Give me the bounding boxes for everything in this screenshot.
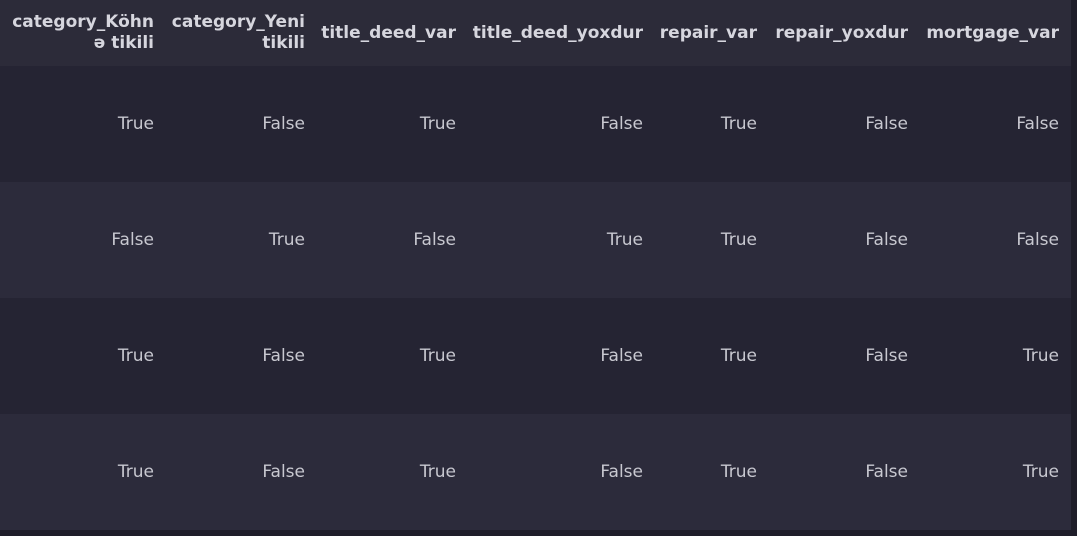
table-cell: True xyxy=(419,462,456,482)
table-header: category_Köhnə tikili category_Yeni tiki… xyxy=(0,0,1071,66)
table-row: True False True False True False True xyxy=(0,298,1071,414)
table-cell: True xyxy=(720,462,757,482)
column-header: mortgage_var xyxy=(926,22,1059,43)
dataframe-table: category_Köhnə tikili category_Yeni tiki… xyxy=(0,0,1071,530)
table-cell: True xyxy=(1022,462,1059,482)
table-cell: False xyxy=(262,114,305,134)
dataframe-table-container: category_Köhnə tikili category_Yeni tiki… xyxy=(0,0,1071,530)
table-cell: True xyxy=(720,346,757,366)
table-cell: True xyxy=(1022,346,1059,366)
column-header: title_deed_var xyxy=(321,22,456,43)
table-cell: True xyxy=(720,114,757,134)
table-cell: False xyxy=(600,462,643,482)
table-row: False True False True True False False xyxy=(0,182,1071,298)
table-cell: False xyxy=(413,230,456,250)
table-cell: False xyxy=(865,346,908,366)
table-cell: False xyxy=(600,346,643,366)
table-cell: True xyxy=(268,230,305,250)
table-cell: True xyxy=(117,346,154,366)
table-cell: False xyxy=(865,462,908,482)
table-cell: False xyxy=(1016,230,1059,250)
table-cell: True xyxy=(117,114,154,134)
column-header: repair_yoxdur xyxy=(775,22,908,43)
table-cell: False xyxy=(865,114,908,134)
table-body: True False True False True False False F… xyxy=(0,66,1071,530)
table-cell: False xyxy=(600,114,643,134)
table-cell: False xyxy=(111,230,154,250)
column-header: title_deed_yoxdur xyxy=(472,22,643,43)
column-header: category_Yeni tikili xyxy=(171,12,305,53)
table-cell: True xyxy=(419,346,456,366)
table-cell: False xyxy=(865,230,908,250)
table-row: True False True False True False False xyxy=(0,66,1071,182)
table-cell: False xyxy=(262,462,305,482)
table-cell: True xyxy=(720,230,757,250)
table-cell: False xyxy=(262,346,305,366)
column-header: category_Köhnə tikili xyxy=(12,12,154,53)
table-cell: True xyxy=(117,462,154,482)
table-cell: True xyxy=(606,230,643,250)
table-row: True False True False True False True xyxy=(0,414,1071,530)
column-header: repair_var xyxy=(659,22,757,43)
table-cell: True xyxy=(419,114,456,134)
table-cell: False xyxy=(1016,114,1059,134)
header-row: category_Köhnə tikili category_Yeni tiki… xyxy=(0,0,1071,66)
